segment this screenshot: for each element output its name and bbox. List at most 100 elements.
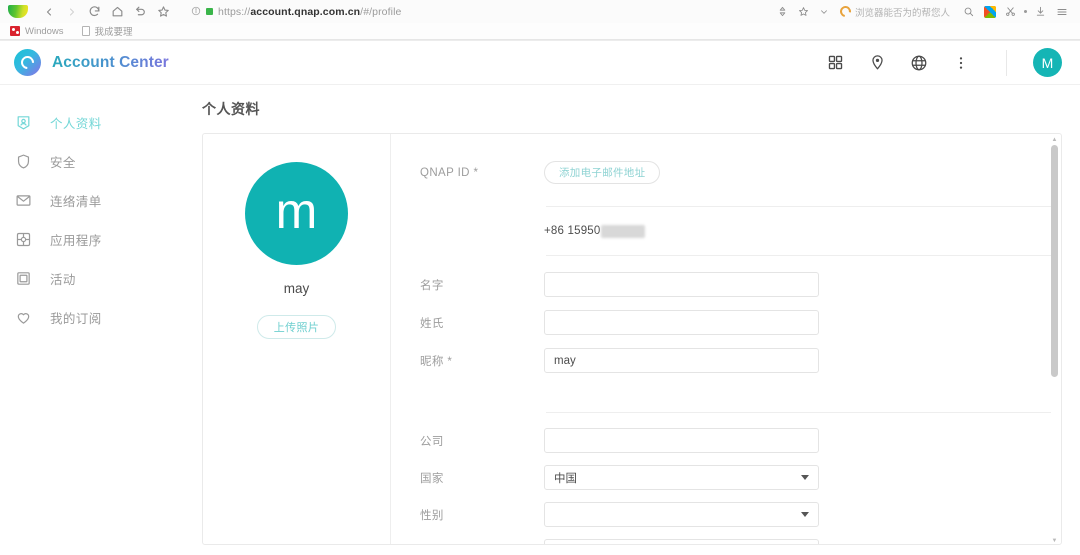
chevron-down-icon <box>801 475 809 480</box>
sidebar-item-applications[interactable]: 应用程序 <box>0 220 190 258</box>
nickname-input[interactable] <box>544 348 819 373</box>
profile-form: QNAP ID * 添加电子邮件地址 +86 15950 名字 姓氏 昵称 * … <box>391 134 1061 544</box>
form-row-first-name: 名字 <box>391 269 1061 300</box>
forward-button[interactable] <box>60 2 83 22</box>
avatar[interactable]: M <box>1033 48 1062 77</box>
activity-icon <box>14 269 33 288</box>
main-content: 个人资料 m may 上传照片 QNAP ID * 添加电子邮件地址 +86 1… <box>190 85 1080 551</box>
form-section-gap <box>391 386 1061 412</box>
qnap-id-control: 添加电子邮件地址 <box>544 161 844 184</box>
browser-brand-logo-icon <box>8 5 28 18</box>
toolbar-dot-separator <box>1024 10 1027 13</box>
sidebar-item-label: 个人资料 <box>50 116 102 131</box>
country-select[interactable]: 中国 <box>544 465 819 490</box>
country-selected-value: 中国 <box>554 472 577 485</box>
avatar-panel: m may 上传照片 <box>203 134 391 544</box>
sidebar-item-contacts[interactable]: 连络清单 <box>0 181 190 219</box>
search-pill-label: 浏览器能否为的帮您人 <box>854 7 950 19</box>
apps-grid-icon[interactable] <box>824 52 846 74</box>
qnap-logo-icon <box>14 49 41 76</box>
bookmark-item-windows[interactable]: Windows <box>10 26 64 37</box>
page-info-icon[interactable] <box>191 3 201 21</box>
app-header: Account Center M <box>0 41 1080 85</box>
sidebar-item-label: 我的订阅 <box>50 311 102 326</box>
first-name-input[interactable] <box>544 272 819 297</box>
header-divider <box>1006 49 1007 76</box>
download-icon[interactable] <box>1030 2 1051 22</box>
profile-card: m may 上传照片 QNAP ID * 添加电子邮件地址 +86 15950 … <box>202 133 1062 545</box>
scissors-icon[interactable] <box>1000 2 1021 22</box>
app-title: Account Center <box>52 53 169 71</box>
sidebar-item-label: 连络清单 <box>50 194 102 209</box>
nickname-control <box>544 348 844 373</box>
birthday-control <box>544 539 844 544</box>
scroll-up-arrow-icon[interactable]: ▲ <box>1051 136 1058 143</box>
sidebar-item-label: 应用程序 <box>50 233 102 248</box>
form-row-gender: 性别 <box>391 499 1061 530</box>
last-name-control <box>544 310 844 335</box>
profile-display-name: may <box>283 281 310 296</box>
url-text: https://account.qnap.com.cn/#/profile <box>218 5 402 18</box>
upload-photo-button[interactable]: 上传照片 <box>256 315 337 339</box>
search-icon[interactable] <box>958 2 979 22</box>
favorite-star-icon[interactable] <box>793 2 814 22</box>
vertical-scrollbar[interactable]: ▲ ▼ <box>1050 136 1059 544</box>
chevron-down-icon[interactable] <box>814 2 835 22</box>
scroll-down-arrow-icon[interactable]: ▼ <box>1051 537 1058 544</box>
home-button[interactable] <box>106 2 129 22</box>
color-apps-icon[interactable] <box>979 2 1000 22</box>
scrollbar-thumb[interactable] <box>1051 145 1058 377</box>
bookmark-item-doc[interactable]: 我成要理 <box>81 24 133 38</box>
header-icon-group: M <box>824 48 1062 77</box>
address-bar[interactable]: https://account.qnap.com.cn/#/profile <box>185 2 765 21</box>
browser-toolbar: https://account.qnap.com.cn/#/profile 浏览… <box>0 0 1080 23</box>
search-brand-icon <box>837 3 854 20</box>
form-row-country: 国家 中国 <box>391 462 1061 493</box>
bookmark-star-button[interactable] <box>152 2 175 22</box>
bookmarks-bar: Windows 我成要理 <box>0 23 1080 40</box>
company-label: 公司 <box>420 435 444 448</box>
last-name-input[interactable] <box>544 310 819 335</box>
gender-label: 性别 <box>420 509 444 522</box>
nickname-label: 昵称 * <box>420 355 453 368</box>
reload-button[interactable] <box>83 2 106 22</box>
first-name-control <box>544 272 844 297</box>
browser-chrome: https://account.qnap.com.cn/#/profile 浏览… <box>0 0 1080 41</box>
more-vertical-icon[interactable] <box>950 52 972 74</box>
last-name-label: 姓氏 <box>420 317 444 330</box>
chevron-down-icon <box>801 512 809 517</box>
country-control: 中国 <box>544 465 844 490</box>
search-suggestion-pill[interactable]: 浏览器能否为的帮您人 <box>837 3 956 20</box>
profile-avatar[interactable]: m <box>245 162 348 265</box>
sidebar-item-subscriptions[interactable]: 我的订阅 <box>0 298 190 336</box>
phone-redaction-block <box>601 224 646 238</box>
sidebar: 个人资料 安全 连络清单 应用程序 活动 我的订阅 <box>0 85 190 551</box>
sidebar-item-label: 安全 <box>50 155 76 170</box>
phone-number-value: +86 15950 <box>544 224 819 238</box>
form-row-last-name: 姓氏 <box>391 307 1061 338</box>
sidebar-item-security[interactable]: 安全 <box>0 142 190 180</box>
birthday-input[interactable] <box>544 539 819 544</box>
add-email-button[interactable]: 添加电子邮件地址 <box>544 161 661 184</box>
sidebar-item-profile[interactable]: 个人资料 <box>0 103 190 141</box>
form-row-qnap-id: QNAP ID * 添加电子邮件地址 <box>391 134 1061 206</box>
sidebar-item-activity[interactable]: 活动 <box>0 259 190 297</box>
color-square-icon <box>983 5 996 18</box>
location-pin-icon[interactable] <box>866 52 888 74</box>
extension-icon[interactable] <box>772 2 793 22</box>
company-input[interactable] <box>544 428 819 453</box>
secure-lock-icon <box>206 8 213 15</box>
form-row-nickname: 昵称 * <box>391 345 1061 376</box>
gender-select[interactable] <box>544 502 819 527</box>
globe-language-icon[interactable] <box>908 52 930 74</box>
bookmark-label: Windows <box>25 25 64 37</box>
document-icon <box>81 26 90 36</box>
first-name-label: 名字 <box>420 279 444 292</box>
hamburger-menu-icon[interactable] <box>1051 2 1072 22</box>
apps-icon <box>14 230 33 249</box>
back-button[interactable] <box>37 2 60 22</box>
profile-icon <box>14 113 33 132</box>
history-button[interactable] <box>129 2 152 22</box>
bookmark-label: 我成要理 <box>94 27 133 38</box>
app-logo-and-title[interactable]: Account Center <box>14 49 169 76</box>
